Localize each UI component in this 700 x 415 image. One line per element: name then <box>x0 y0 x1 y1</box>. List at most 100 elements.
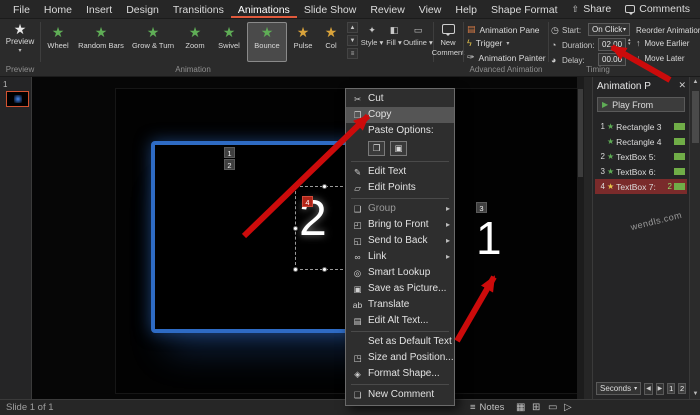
gallery-item-zoom[interactable]: ★Zoom <box>179 22 211 62</box>
animation-pane-button[interactable]: ▤Animation Pane <box>467 24 540 35</box>
tab-review[interactable]: Review <box>363 1 411 18</box>
preview-button[interactable]: ★ Preview ▾ <box>4 22 36 54</box>
selection-handle[interactable] <box>293 226 298 231</box>
context-menu-item-copy[interactable]: ❐Copy <box>346 107 454 123</box>
style-button[interactable]: ✦Style ▾ <box>361 25 383 47</box>
context-menu-item-format-shape[interactable]: ◈Format Shape... <box>346 366 454 382</box>
duration-spinner[interactable]: ▴▾ <box>628 38 631 46</box>
context-menu-item-save-as-picture[interactable]: ▣Save as Picture... <box>346 281 454 297</box>
menubar: File Home Insert Design Transitions Anim… <box>0 0 700 19</box>
gallery-item-wheel[interactable]: ★Wheel <box>41 22 75 62</box>
animation-item-textbox-7[interactable]: 4★TextBox 7:2 <box>595 179 687 194</box>
move-later-icon: ↓ <box>636 53 641 63</box>
paste-keep-formatting-button[interactable]: ❐ <box>368 141 385 156</box>
normal-view-icon[interactable]: ▦ <box>516 402 525 413</box>
context-menu-item-smart-lookup[interactable]: ◎Smart Lookup <box>346 265 454 281</box>
start-select[interactable]: On Click▾ <box>588 23 630 36</box>
context-menu-item-new-comment[interactable]: ❏New Comment <box>346 387 454 403</box>
big-number-textbox[interactable]: 1 <box>476 211 502 265</box>
context-menu-item-translate[interactable]: abTranslate <box>346 297 454 313</box>
scrollbar-thumb[interactable] <box>692 91 699 143</box>
tab-home[interactable]: Home <box>37 1 79 18</box>
animation-painter-button[interactable]: ✑Animation Painter <box>467 52 546 63</box>
animation-item-rectangle-3[interactable]: 1★Rectangle 3 <box>595 119 687 134</box>
timeline-back-button[interactable]: ◀ <box>644 383 653 395</box>
notes-button[interactable]: ≡Notes <box>470 402 504 413</box>
move-earlier-button[interactable]: ↑Move Earlier <box>636 38 689 48</box>
animation-order-badge-4[interactable]: 4 <box>302 196 313 207</box>
scrollbar-thumb[interactable] <box>578 89 583 177</box>
slideshow-view-icon[interactable]: ▷ <box>564 402 572 413</box>
gallery-item-grow-turn[interactable]: ★Grow & Turn <box>127 22 179 62</box>
animation-order-badge-2[interactable]: 2 <box>224 159 235 170</box>
context-menu-item-set-default-text-box[interactable]: Set as Default Text Box <box>346 334 454 350</box>
grow-turn-star-icon: ★ <box>147 25 160 39</box>
pane-badge-2[interactable]: 2 <box>678 383 686 394</box>
new-comment-button[interactable]: New Comment <box>435 24 461 57</box>
context-menu-item-size-and-position[interactable]: ◳Size and Position... <box>346 350 454 366</box>
gallery-item-pulse[interactable]: ★Pulse <box>287 22 319 62</box>
outline-button[interactable]: ▭Outline ▾ <box>405 25 431 47</box>
duration-input[interactable]: 02.00 <box>598 38 626 51</box>
tab-help[interactable]: Help <box>448 1 484 18</box>
animation-item-rectangle-4[interactable]: ★Rectangle 4 <box>595 134 687 149</box>
gallery-more-button[interactable]: ≡ <box>347 48 358 59</box>
reading-view-icon[interactable]: ▭ <box>548 402 557 413</box>
context-menu-item-edit-text[interactable]: ✎Edit Text <box>346 164 454 180</box>
animation-pane-scrollbar[interactable]: ▲ ▼ <box>689 77 700 399</box>
tab-file[interactable]: File <box>6 1 37 18</box>
animation-item-textbox-6[interactable]: 3★TextBox 6: <box>595 164 687 179</box>
tab-design[interactable]: Design <box>119 1 166 18</box>
selection-handle[interactable] <box>322 184 327 189</box>
slide-vertical-scrollbar[interactable] <box>577 77 584 399</box>
slide-sorter-view-icon[interactable]: ⊞ <box>532 402 540 413</box>
context-menu-item-bring-to-front[interactable]: ◰Bring to Front <box>346 217 454 233</box>
tab-animations[interactable]: Animations <box>231 1 297 18</box>
tab-shape-format[interactable]: Shape Format <box>484 1 565 18</box>
ribbon: ★ Preview ▾ Preview ★Wheel ★Random Bars … <box>0 19 700 77</box>
delay-spinner[interactable]: ▴▾ <box>628 53 631 61</box>
tab-slide-show[interactable]: Slide Show <box>297 1 364 18</box>
context-menu-item-cut[interactable]: ✂Cut <box>346 91 454 107</box>
gallery-item-swivel[interactable]: ★Swivel <box>211 22 247 62</box>
seconds-dropdown[interactable]: Seconds▾ <box>596 382 641 395</box>
paste-as-picture-icon: ▣ <box>394 143 402 153</box>
gallery-item-random-bars[interactable]: ★Random Bars <box>75 22 127 62</box>
timeline-forward-button[interactable]: ▶ <box>656 383 665 395</box>
move-later-button[interactable]: ↓Move Later <box>636 53 685 63</box>
animation-pane-icon: ▤ <box>467 24 476 35</box>
context-menu-item-edit-alt-text[interactable]: ▤Edit Alt Text... <box>346 313 454 329</box>
context-menu-item-group[interactable]: ❑Group <box>346 201 454 217</box>
animation-pane-close-icon[interactable]: ✕ <box>678 80 686 91</box>
scroll-down-icon[interactable]: ▼ <box>690 391 700 397</box>
tab-insert[interactable]: Insert <box>79 1 119 18</box>
tab-view[interactable]: View <box>412 1 449 18</box>
comments-button[interactable]: Comments <box>625 3 690 15</box>
play-from-button[interactable]: ▶Play From <box>597 97 685 112</box>
fill-button[interactable]: ◧Fill ▾ <box>385 25 403 47</box>
chevron-down-icon: ▾ <box>634 385 637 392</box>
gallery-scroll-down-button[interactable]: ▼ <box>347 35 358 46</box>
gallery-item-color-pulse[interactable]: ★Col <box>319 22 343 62</box>
context-menu-item-link[interactable]: ∞Link <box>346 249 454 265</box>
gallery-item-bounce[interactable]: ★Bounce <box>247 22 287 62</box>
selection-handle[interactable] <box>322 267 327 272</box>
pane-badge-1[interactable]: 1 <box>667 383 675 394</box>
slide-thumbnail[interactable] <box>6 91 29 107</box>
copy-icon: ❐ <box>350 107 365 123</box>
share-button[interactable]: ⇧Share <box>572 3 612 15</box>
selection-handle[interactable] <box>293 184 298 189</box>
paste-as-picture-button[interactable]: ▣ <box>390 141 407 156</box>
animation-item-textbox-5[interactable]: 2★TextBox 5: <box>595 149 687 164</box>
animation-pane-footer: Seconds▾ ◀ ▶ 1 2 <box>596 382 686 395</box>
slide-workspace: 2 1 2 4 3 1 <box>32 77 584 399</box>
gallery-scroll-up-button[interactable]: ▲ <box>347 22 358 33</box>
animation-order-badge-1[interactable]: 1 <box>224 147 235 158</box>
context-menu-item-send-to-back[interactable]: ◱Send to Back <box>346 233 454 249</box>
selection-handle[interactable] <box>293 267 298 272</box>
tab-transitions[interactable]: Transitions <box>166 1 231 18</box>
context-menu-item-edit-points[interactable]: ▱Edit Points <box>346 180 454 196</box>
trigger-button[interactable]: ϟTrigger▾ <box>467 38 509 48</box>
scroll-up-icon[interactable]: ▲ <box>690 79 700 85</box>
reorder-animation-label: Reorder Animation <box>636 26 700 35</box>
